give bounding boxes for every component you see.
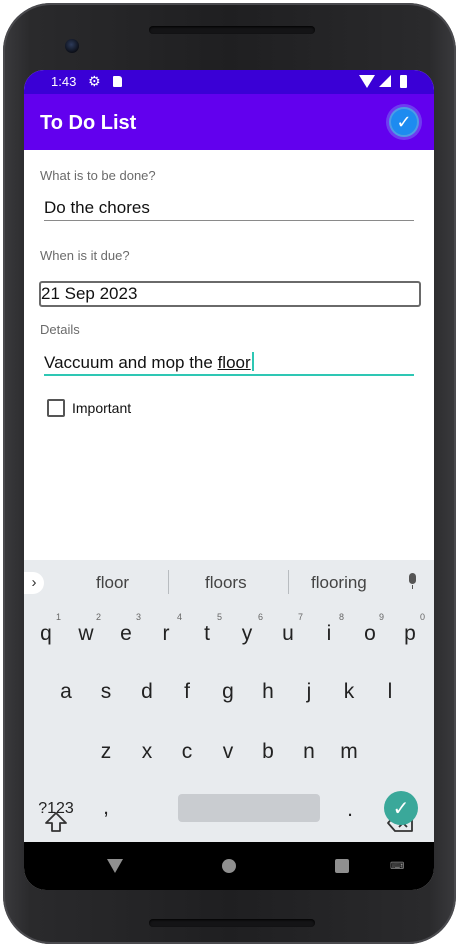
key-n[interactable]: n bbox=[294, 740, 324, 764]
bottom-speaker bbox=[149, 919, 315, 927]
key-f[interactable]: f bbox=[172, 680, 202, 704]
key-v[interactable]: v bbox=[213, 740, 243, 764]
key-y[interactable]: y bbox=[232, 622, 262, 646]
soft-keyboard: › floor floors flooring q w e r t y u i … bbox=[24, 560, 434, 889]
key-m[interactable]: m bbox=[334, 740, 364, 764]
suggestion-strip: › floor floors flooring bbox=[24, 560, 434, 604]
key-b[interactable]: b bbox=[253, 740, 283, 764]
key-hint: 2 bbox=[96, 612, 102, 622]
back-icon[interactable] bbox=[107, 859, 123, 873]
key-hint: 6 bbox=[258, 612, 264, 622]
suggestion-3[interactable]: flooring bbox=[311, 573, 367, 593]
key-d[interactable]: d bbox=[132, 680, 162, 704]
key-r[interactable]: r bbox=[151, 622, 181, 646]
key-hint: 7 bbox=[298, 612, 304, 622]
key-g[interactable]: g bbox=[213, 680, 243, 704]
key-s[interactable]: s bbox=[91, 680, 121, 704]
key-k[interactable]: k bbox=[334, 680, 364, 704]
key-a[interactable]: a bbox=[51, 680, 81, 704]
details-input-underline bbox=[44, 374, 414, 376]
front-camera bbox=[65, 39, 79, 53]
checkmark-icon: ✓ bbox=[392, 797, 410, 820]
status-time: 1:43 bbox=[51, 74, 77, 89]
battery-icon bbox=[400, 75, 407, 88]
app-bar: To Do List ✓ bbox=[24, 94, 434, 150]
top-speaker bbox=[149, 26, 315, 34]
expand-toolbar-button[interactable]: › bbox=[24, 572, 44, 594]
suggestion-2[interactable]: floors bbox=[205, 573, 247, 593]
text-cursor bbox=[251, 352, 254, 371]
key-c[interactable]: c bbox=[172, 740, 202, 764]
task-input[interactable]: Do the chores bbox=[44, 198, 150, 218]
key-j[interactable]: j bbox=[294, 680, 324, 704]
spacebar[interactable] bbox=[178, 794, 320, 822]
key-z[interactable]: z bbox=[91, 740, 121, 764]
key-hint: 3 bbox=[136, 612, 142, 622]
key-h[interactable]: h bbox=[253, 680, 283, 704]
key-i[interactable]: i bbox=[314, 622, 344, 646]
key-hint: 4 bbox=[177, 612, 183, 622]
due-label: When is it due? bbox=[40, 248, 130, 263]
task-label: What is to be done? bbox=[40, 168, 156, 183]
due-date-value: 21 Sep 2023 bbox=[41, 284, 138, 303]
home-icon[interactable] bbox=[222, 859, 236, 873]
key-p[interactable]: p bbox=[395, 622, 425, 646]
navigation-bar: ⌨ bbox=[24, 842, 434, 890]
key-u[interactable]: u bbox=[273, 622, 303, 646]
key-hint: 9 bbox=[379, 612, 385, 622]
key-w[interactable]: w bbox=[71, 622, 101, 646]
key-e[interactable]: e bbox=[111, 622, 141, 646]
key-period[interactable]: . bbox=[335, 798, 365, 822]
todo-form: What is to be done? Do the chores When i… bbox=[24, 150, 434, 560]
keyboard-switch-icon[interactable]: ⌨ bbox=[390, 861, 404, 872]
key-x[interactable]: x bbox=[132, 740, 162, 764]
status-bar: 1:43 ⚙ bbox=[24, 70, 434, 94]
key-hint: 5 bbox=[217, 612, 223, 622]
recents-icon[interactable] bbox=[335, 859, 349, 873]
suggestion-1[interactable]: floor bbox=[96, 573, 129, 593]
suggestion-divider bbox=[288, 570, 289, 594]
important-label: Important bbox=[72, 400, 132, 416]
details-text: Vaccuum and mop the bbox=[44, 353, 218, 372]
key-t[interactable]: t bbox=[192, 622, 222, 646]
key-hint: 0 bbox=[420, 612, 426, 622]
wifi-icon bbox=[359, 75, 375, 88]
signal-icon bbox=[379, 75, 391, 87]
microphone-icon[interactable] bbox=[407, 573, 417, 589]
sd-card-icon bbox=[113, 76, 122, 87]
save-button[interactable]: ✓ bbox=[389, 107, 419, 137]
details-composing-word: floor bbox=[217, 353, 251, 372]
details-label: Details bbox=[40, 322, 80, 337]
important-checkbox[interactable] bbox=[47, 399, 65, 417]
due-date-field[interactable]: 21 Sep 2023 bbox=[39, 281, 421, 307]
suggestion-divider bbox=[168, 570, 169, 594]
check-circle-icon: ✓ bbox=[396, 111, 412, 132]
key-comma[interactable]: , bbox=[91, 796, 121, 820]
details-input[interactable]: Vaccuum and mop the floor bbox=[44, 352, 254, 373]
task-input-underline bbox=[44, 220, 414, 221]
key-hint: 1 bbox=[56, 612, 62, 622]
key-o[interactable]: o bbox=[355, 622, 385, 646]
enter-key[interactable]: ✓ bbox=[384, 791, 418, 825]
key-q[interactable]: q bbox=[31, 622, 61, 646]
key-l[interactable]: l bbox=[375, 680, 405, 704]
symbols-key[interactable]: ?123 bbox=[34, 800, 78, 818]
key-hint: 8 bbox=[339, 612, 345, 622]
device-screen: 1:43 ⚙ To Do List ✓ What is to be done? … bbox=[24, 70, 434, 890]
app-title: To Do List bbox=[40, 112, 137, 134]
settings-icon: ⚙ bbox=[88, 73, 101, 89]
